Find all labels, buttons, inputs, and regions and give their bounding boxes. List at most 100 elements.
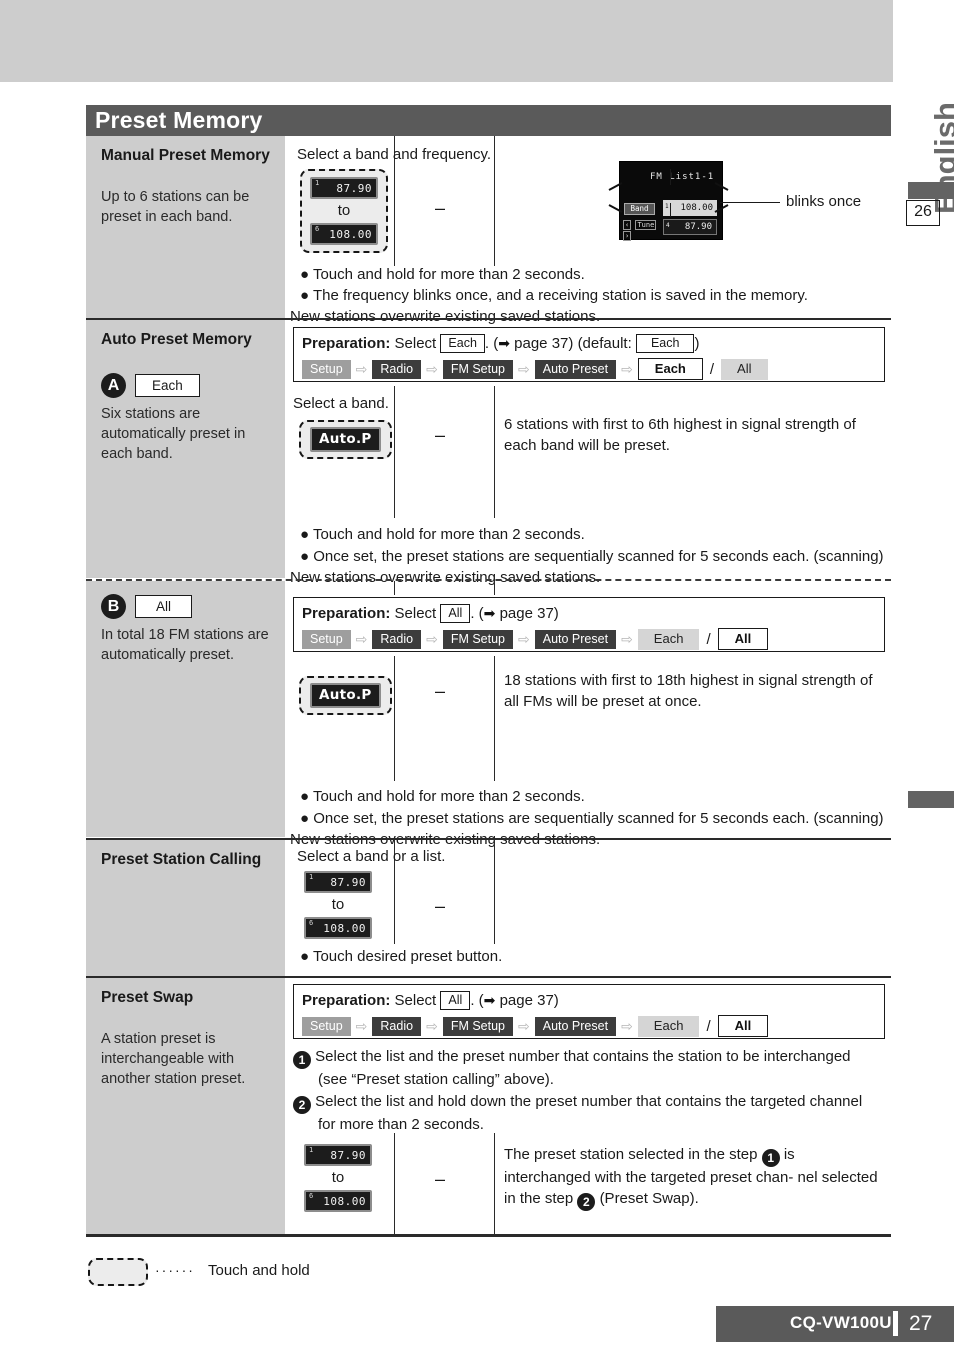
column-rule-2: [494, 386, 495, 518]
column-rule-2: [494, 840, 495, 944]
footer-page-number: 27: [909, 1312, 933, 1335]
chain-arrow-icon: ⇨: [621, 631, 633, 647]
menu-key-fm-setup[interactable]: FM Setup: [442, 359, 513, 379]
auto-preset-each-instruction: Select a band.: [293, 395, 389, 412]
preparation-select-word: Select: [394, 992, 437, 1009]
menu-option-all[interactable]: All: [721, 358, 768, 380]
swap-result-part-a: The preset station selected in the step: [504, 1146, 758, 1163]
menu-option-each[interactable]: Each: [637, 1015, 700, 1037]
menu-key-auto-preset[interactable]: Auto Preset: [534, 1016, 617, 1036]
legend-text: Touch and hold: [208, 1262, 310, 1279]
lcd-leader-horizontal: [720, 202, 780, 204]
page-arrow-icon: ➡: [483, 605, 496, 621]
preset-key-first-calling[interactable]: 1 87.90: [304, 871, 372, 893]
auto-p-key-each[interactable]: Auto.P: [299, 420, 392, 459]
auto-preset-all-right: Preparation: Select All. (➡ page 37) Set…: [285, 581, 891, 848]
preset-key-number: 1: [315, 179, 320, 187]
preparation-box-each: Preparation: Select Each. (➡ page 37) (d…: [293, 327, 885, 382]
step-1-line-1: Select the list and the preset number th…: [315, 1048, 851, 1065]
range-to-label: to: [331, 896, 345, 913]
preset-swap-right: Preparation: Select All. (➡ page 37) Set…: [285, 978, 891, 1234]
preparation-line-swap: Preparation: Select All. (➡ page 37): [302, 990, 876, 1011]
tune-prev-icon[interactable]: ‹: [623, 220, 632, 230]
lcd-tune-controls[interactable]: ‹ Tune ›: [623, 220, 659, 241]
menu-key-fm-setup[interactable]: FM Setup: [442, 1016, 513, 1036]
tune-label: Tune: [635, 220, 657, 230]
menu-option-all-selected[interactable]: All: [717, 628, 769, 650]
lcd-band-button[interactable]: Band: [624, 203, 655, 215]
lcd-highlight-number: 1: [665, 203, 669, 210]
preparation-box-swap: Preparation: Select All. (➡ page 37) Set…: [293, 984, 885, 1039]
frequency-range-key-group-manual[interactable]: 1 87.90 to 6 108.00: [300, 169, 388, 253]
legend-touch-hold-key: [88, 1258, 148, 1286]
preparation-default-suffix: ): [694, 335, 700, 352]
preparation-period: .: [484, 335, 490, 352]
menu-key-setup[interactable]: Setup: [302, 359, 351, 379]
menu-key-radio[interactable]: Radio: [372, 1016, 422, 1036]
preparation-label: Preparation:: [302, 992, 391, 1009]
preset-key-last-manual[interactable]: 6 108.00: [310, 223, 378, 245]
auto-p-key-all[interactable]: Auto.P: [299, 676, 392, 715]
page-arrow-icon: ➡: [483, 992, 496, 1008]
menu-key-radio[interactable]: Radio: [372, 359, 422, 379]
menu-chain-each: Setup ⇨ Radio ⇨ FM Setup ⇨ Auto Preset ⇨…: [302, 358, 876, 380]
menu-key-auto-preset[interactable]: Auto Preset: [534, 359, 617, 379]
menu-option-each-selected[interactable]: Each: [637, 358, 703, 380]
step-number-2: 2: [293, 1096, 311, 1114]
preset-station-calling-right: Select a band or a list. 1 87.90 to 6 10…: [285, 840, 891, 976]
preparation-key-all[interactable]: All: [440, 991, 471, 1010]
tune-next-icon[interactable]: ›: [623, 231, 632, 241]
swap-result-part-c: interchanged with the targeted preset ch…: [504, 1169, 794, 1186]
page-arrow-icon: ➡: [498, 335, 510, 351]
preparation-key-all[interactable]: All: [440, 604, 471, 623]
preparation-select-word: Select: [394, 335, 437, 352]
chain-arrow-icon: ⇨: [621, 1018, 633, 1034]
preset-swap-result: The preset station selected in the step …: [504, 1144, 882, 1211]
menu-key-auto-preset[interactable]: Auto Preset: [534, 629, 617, 649]
column-rule-1: [394, 581, 395, 595]
menu-key-radio[interactable]: Radio: [372, 629, 422, 649]
badge-b-key-all[interactable]: All: [135, 595, 193, 618]
lcd-callout-blinks-once: blinks once: [786, 193, 862, 210]
chain-arrow-icon: ⇨: [621, 361, 633, 377]
preparation-line-each: Preparation: Select Each. (➡ page 37) (d…: [302, 333, 876, 354]
menu-key-fm-setup[interactable]: FM Setup: [442, 629, 513, 649]
manual-preset-memory-desc: Up to 6 stations can be preset in each b…: [101, 189, 250, 225]
legend-dots: ······: [155, 1262, 195, 1278]
chain-arrow-icon: ⇨: [518, 361, 530, 377]
chain-arrow-icon: ⇨: [355, 361, 368, 377]
lcd-title: FM List1-1: [650, 172, 715, 182]
option-divider: /: [709, 360, 715, 378]
range-to-label: to: [331, 1169, 345, 1186]
badge-a-key-each[interactable]: Each: [135, 374, 200, 397]
menu-key-setup[interactable]: Setup: [302, 629, 351, 649]
preset-key-first-swap[interactable]: 1 87.90: [304, 1144, 372, 1166]
preset-key-number: 6: [309, 1192, 314, 1200]
preset-key-last-calling[interactable]: 6 108.00: [304, 917, 372, 939]
preset-key-last-swap[interactable]: 6 108.00: [304, 1190, 372, 1212]
auto-preset-memory-heading: Auto Preset Memory: [101, 331, 252, 348]
middle-dash-swap: –: [435, 1169, 446, 1189]
menu-key-setup[interactable]: Setup: [302, 1016, 351, 1036]
footer-model-name: CQ-VW100U: [790, 1313, 892, 1332]
manual-preset-memory-left: Manual Preset Memory Up to 6 stations ca…: [86, 136, 285, 318]
step-2-line-2: for more than 2 seconds.: [318, 1116, 484, 1133]
preparation-period: .: [470, 992, 475, 1009]
menu-option-each[interactable]: Each: [637, 628, 700, 650]
swap-result-part-e: (Preset Swap).: [599, 1190, 699, 1207]
preset-key-number: 6: [309, 919, 314, 927]
manual-note-2: ● The frequency blinks once, and a recei…: [300, 287, 808, 304]
lcd-leader-vertical-bottom: [670, 203, 672, 217]
preparation-key-each[interactable]: Each: [440, 334, 485, 353]
preparation-label: Preparation:: [302, 605, 391, 622]
column-rule-2: [494, 136, 495, 266]
menu-option-all-selected[interactable]: All: [717, 1015, 769, 1037]
auto-p-label: Auto.P: [310, 683, 381, 708]
preset-key-first-manual[interactable]: 1 87.90: [310, 177, 378, 199]
preparation-default-key: Each: [635, 334, 695, 353]
column-rule-2: [494, 1133, 495, 1234]
range-to-label: to: [337, 202, 351, 219]
preparation-label: Preparation:: [302, 335, 391, 352]
lcd-lower-frequency[interactable]: 4 87.90: [663, 219, 717, 235]
preset-key-number: 6: [315, 225, 320, 233]
